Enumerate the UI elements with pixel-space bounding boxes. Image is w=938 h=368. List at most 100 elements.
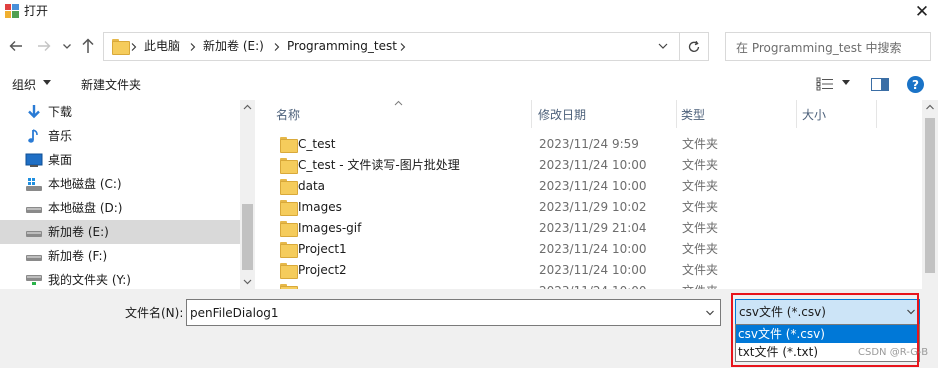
sidebar-item-music[interactable]: 音乐 <box>0 124 240 148</box>
caret-down-icon[interactable] <box>842 80 850 86</box>
folder-icon <box>280 200 298 216</box>
file-row[interactable]: Images-gif 2023/11/29 21:04 文件夹 <box>258 218 922 239</box>
file-name: Images-gif <box>298 221 362 235</box>
navigation-pane: 下载 音乐 桌面 本地磁盘 (C:) 本地磁盘 (D:) 新加卷 (E:) 新加… <box>0 100 255 289</box>
desktop-icon <box>25 153 43 167</box>
breadcrumb-programming-test[interactable]: Programming_test <box>287 38 397 54</box>
chevron-right-icon <box>131 43 137 51</box>
refresh-button[interactable] <box>680 32 709 61</box>
file-row[interactable]: data 2023/11/24 10:00 文件夹 <box>258 176 922 197</box>
scroll-up-icon[interactable] <box>240 100 255 115</box>
folder-icon <box>280 158 298 174</box>
file-type: 文件夹 <box>682 137 719 151</box>
window-title: 打开 <box>24 4 49 18</box>
sidebar-item-drive-e[interactable]: 新加卷 (E:) <box>0 220 240 244</box>
filename-value: penFileDialog1 <box>190 306 279 320</box>
drive-icon <box>26 231 42 237</box>
sidebar-item-label: 新加卷 (E:) <box>48 225 109 239</box>
scroll-up-icon[interactable] <box>922 100 938 115</box>
column-header-size[interactable]: 大小 <box>784 100 876 130</box>
folder-icon <box>280 137 298 153</box>
help-icon[interactable]: ? <box>907 76 924 93</box>
drive-icon <box>26 207 42 213</box>
sidebar-item-label: 我的文件夹 (Y:) <box>48 273 131 287</box>
sort-ascending-icon <box>394 100 403 106</box>
column-header-modified[interactable]: 修改日期 <box>520 100 663 130</box>
music-note-icon <box>28 129 38 143</box>
caret-down-icon[interactable] <box>43 80 51 86</box>
filename-input[interactable]: penFileDialog1 <box>186 299 721 326</box>
file-name: C_test - 文件读写-图片批处理 <box>298 158 460 172</box>
file-name: Images <box>298 200 342 214</box>
column-divider[interactable] <box>876 100 877 128</box>
breadcrumb-drive-e[interactable]: 新加卷 (E:) <box>203 38 264 54</box>
file-name: C_test <box>298 137 336 151</box>
sidebar-item-label: 桌面 <box>48 153 73 167</box>
network-drive-icon <box>26 275 42 285</box>
chevron-right-icon[interactable] <box>190 43 196 51</box>
sidebar-item-label: 本地磁盘 (D:) <box>48 201 123 215</box>
file-name: Project2 <box>298 263 347 277</box>
chevron-right-icon[interactable] <box>274 43 280 51</box>
title-bar <box>0 0 938 24</box>
scrollbar-thumb[interactable] <box>925 118 935 273</box>
navigation-scrollbar[interactable] <box>240 100 255 289</box>
file-modified: 2023/11/24 10:00 <box>539 158 647 172</box>
folder-icon <box>280 221 298 237</box>
address-dropdown-chevron-icon[interactable] <box>656 39 670 53</box>
sidebar-item-label: 音乐 <box>48 129 73 143</box>
chevron-down-icon[interactable] <box>705 309 715 317</box>
file-row[interactable]: C_test 2023/11/24 9:59 文件夹 <box>258 134 922 155</box>
watermark: CSDN @R-G-B <box>858 347 929 358</box>
sidebar-item-label: 本地磁盘 (C:) <box>48 177 122 191</box>
file-modified: 2023/11/24 10:00 <box>539 242 647 256</box>
folder-icon <box>280 263 298 279</box>
chevron-right-icon[interactable] <box>400 43 406 51</box>
file-row[interactable]: Project1 2023/11/24 10:00 文件夹 <box>258 239 922 260</box>
folder-icon <box>112 39 130 55</box>
file-list-scrollbar[interactable] <box>922 100 938 289</box>
close-button[interactable]: ✕ <box>906 0 938 24</box>
sidebar-item-label: 下载 <box>48 105 73 119</box>
new-folder-button[interactable]: 新建文件夹 <box>81 77 141 93</box>
file-type: 文件夹 <box>682 200 719 214</box>
organize-button[interactable]: 组织 <box>12 77 36 93</box>
filename-label: 文件名(N): <box>125 306 184 320</box>
up-arrow-icon[interactable] <box>80 37 96 55</box>
search-input[interactable]: 在 Programming_test 中搜索 <box>725 32 931 61</box>
sidebar-item-desktop[interactable]: 桌面 <box>0 148 240 172</box>
sidebar-item-drive-c[interactable]: 本地磁盘 (C:) <box>0 172 240 196</box>
breadcrumb-this-pc[interactable]: 此电脑 <box>144 38 180 54</box>
forward-arrow-icon[interactable] <box>36 38 52 54</box>
close-icon: ✕ <box>914 2 930 22</box>
back-arrow-icon[interactable] <box>8 38 24 54</box>
sidebar-item-label: 新加卷 (F:) <box>48 249 108 263</box>
refresh-icon <box>688 40 700 52</box>
recent-locations-chevron-icon[interactable] <box>62 40 72 52</box>
file-modified: 2023/11/29 10:02 <box>539 200 647 214</box>
file-type: 文件夹 <box>682 179 719 193</box>
file-modified: 2023/11/24 9:59 <box>539 137 639 151</box>
preview-pane-icon[interactable] <box>871 78 889 91</box>
file-row[interactable]: Images 2023/11/29 10:02 文件夹 <box>258 197 922 218</box>
sidebar-item-drive-d[interactable]: 本地磁盘 (D:) <box>0 196 240 220</box>
sidebar-item-downloads[interactable]: 下载 <box>0 100 240 124</box>
file-type: 文件夹 <box>682 158 719 172</box>
file-row[interactable]: Project2 2023/11/24 10:00 文件夹 <box>258 260 922 281</box>
file-modified: 2023/11/24 10:00 <box>539 179 647 193</box>
folder-icon <box>280 242 298 258</box>
column-header-type[interactable]: 类型 <box>663 100 783 130</box>
scroll-down-icon[interactable] <box>240 274 255 289</box>
download-arrow-icon <box>28 105 40 119</box>
address-bar[interactable]: 此电脑 新加卷 (E:) Programming_test <box>103 32 680 61</box>
sidebar-item-drive-f[interactable]: 新加卷 (F:) <box>0 244 240 268</box>
scrollbar-thumb[interactable] <box>242 204 253 270</box>
file-type: 文件夹 <box>682 242 719 256</box>
file-row[interactable]: C_test - 文件读写-图片批处理 2023/11/24 10:00 文件夹 <box>258 155 922 176</box>
file-modified: 2023/11/24 10:00 <box>539 263 647 277</box>
file-name: Project1 <box>298 242 347 256</box>
view-options-icon[interactable] <box>816 77 834 91</box>
windows-drive-icon <box>26 178 42 191</box>
file-list: 名称 修改日期 类型 大小 C_test 2023/11/24 9:59 文件夹… <box>258 100 922 300</box>
file-type: 文件夹 <box>682 221 719 235</box>
